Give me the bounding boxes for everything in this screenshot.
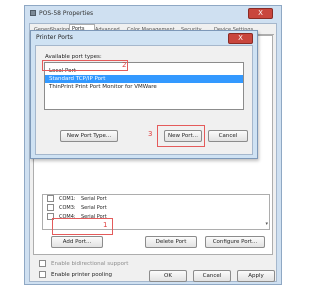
close-button[interactable]: X — [248, 8, 273, 19]
ok-button[interactable]: OK — [149, 270, 187, 282]
chevron-down-icon[interactable]: ▾ — [265, 221, 268, 227]
delete-port-button[interactable]: Delete Port — [145, 236, 197, 248]
list-item[interactable]: COM1: Serial Port — [47, 195, 107, 204]
printer-ports-dialog: Printer Ports X Available port types: Lo… — [30, 30, 258, 159]
add-port-button[interactable]: Add Port... — [51, 236, 103, 248]
port-checkbox[interactable] — [47, 195, 54, 202]
dialog-title: Printer Ports — [36, 34, 73, 41]
list-item-selected[interactable]: Standard TCP/IP Port — [45, 75, 243, 83]
highlight-tcpip — [42, 60, 128, 71]
list-item[interactable]: ThinPrint Print Port Monitor for VMWare — [45, 83, 243, 91]
bidirectional-checkbox[interactable]: Enable bidirectional support — [39, 260, 128, 267]
window-title: POS-58 Properties — [39, 10, 94, 17]
list-item[interactable]: COM3: Serial Port — [47, 204, 107, 213]
checkbox-box[interactable] — [39, 271, 46, 278]
step-1-label: 1 — [103, 221, 108, 229]
apply-button[interactable]: Apply — [237, 270, 275, 282]
dialog-cancel-button[interactable]: Cancel — [208, 130, 248, 142]
cancel-button[interactable]: Cancel — [193, 270, 231, 282]
step-3-label: 3 — [148, 130, 153, 138]
new-port-type-button[interactable]: New Port Type... — [60, 130, 118, 142]
checkbox-box[interactable] — [39, 260, 46, 267]
highlight-new-port — [157, 125, 205, 147]
port-checkbox[interactable] — [47, 204, 54, 211]
configure-port-button[interactable]: Configure Port... — [205, 236, 265, 248]
title-bar: POS-58 Properties X — [25, 6, 281, 21]
pooling-checkbox[interactable]: Enable printer pooling — [39, 271, 112, 278]
step-2-label: 2 — [122, 61, 127, 69]
dialog-close-button[interactable]: X — [228, 33, 253, 44]
printer-icon — [30, 10, 36, 16]
